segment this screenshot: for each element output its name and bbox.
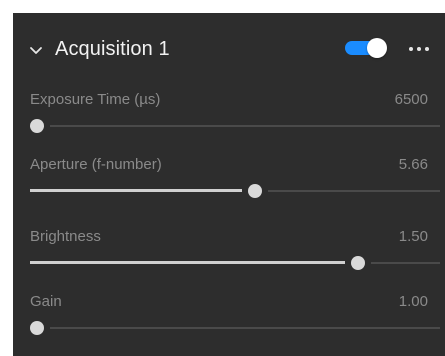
slider-knob[interactable] xyxy=(350,256,365,270)
chevron-down-icon[interactable] xyxy=(29,43,43,54)
parameter-gain: Gain 1.00 xyxy=(13,285,445,349)
acquisition-panel: Acquisition 1 Exposure Time (µs) 6500 Ap… xyxy=(13,13,445,356)
slider-rail xyxy=(30,327,440,329)
gain-slider[interactable] xyxy=(24,318,440,338)
slider-rail xyxy=(30,125,440,127)
parameter-value[interactable]: 1.00 xyxy=(399,293,428,310)
parameter-label: Brightness xyxy=(30,228,101,245)
more-dot xyxy=(425,47,429,51)
parameter-value[interactable]: 6500 xyxy=(395,91,428,108)
parameter-label: Exposure Time (µs) xyxy=(30,91,161,108)
more-dot xyxy=(409,47,413,51)
slider-fill xyxy=(30,261,345,264)
more-dot xyxy=(417,47,421,51)
aperture-slider[interactable] xyxy=(30,181,440,201)
parameter-aperture: Aperture (f-number) 5.66 xyxy=(13,148,445,212)
panel-header: Acquisition 1 xyxy=(13,13,445,83)
brightness-slider[interactable] xyxy=(30,253,440,273)
exposure-time-slider[interactable] xyxy=(24,116,440,136)
parameter-label: Aperture (f-number) xyxy=(30,156,162,173)
more-options-icon[interactable] xyxy=(407,39,431,57)
slider-knob[interactable] xyxy=(30,321,44,335)
parameter-value[interactable]: 5.66 xyxy=(399,156,428,173)
panel-title: Acquisition 1 xyxy=(55,38,170,60)
slider-knob[interactable] xyxy=(247,184,262,198)
parameter-label: Gain xyxy=(30,293,62,310)
enable-toggle[interactable] xyxy=(345,38,388,58)
slider-knob[interactable] xyxy=(30,119,44,133)
parameter-value[interactable]: 1.50 xyxy=(399,228,428,245)
parameter-exposure-time: Exposure Time (µs) 6500 xyxy=(13,83,445,147)
toggle-thumb xyxy=(367,38,387,58)
parameter-brightness: Brightness 1.50 xyxy=(13,220,445,284)
slider-fill xyxy=(30,189,242,192)
